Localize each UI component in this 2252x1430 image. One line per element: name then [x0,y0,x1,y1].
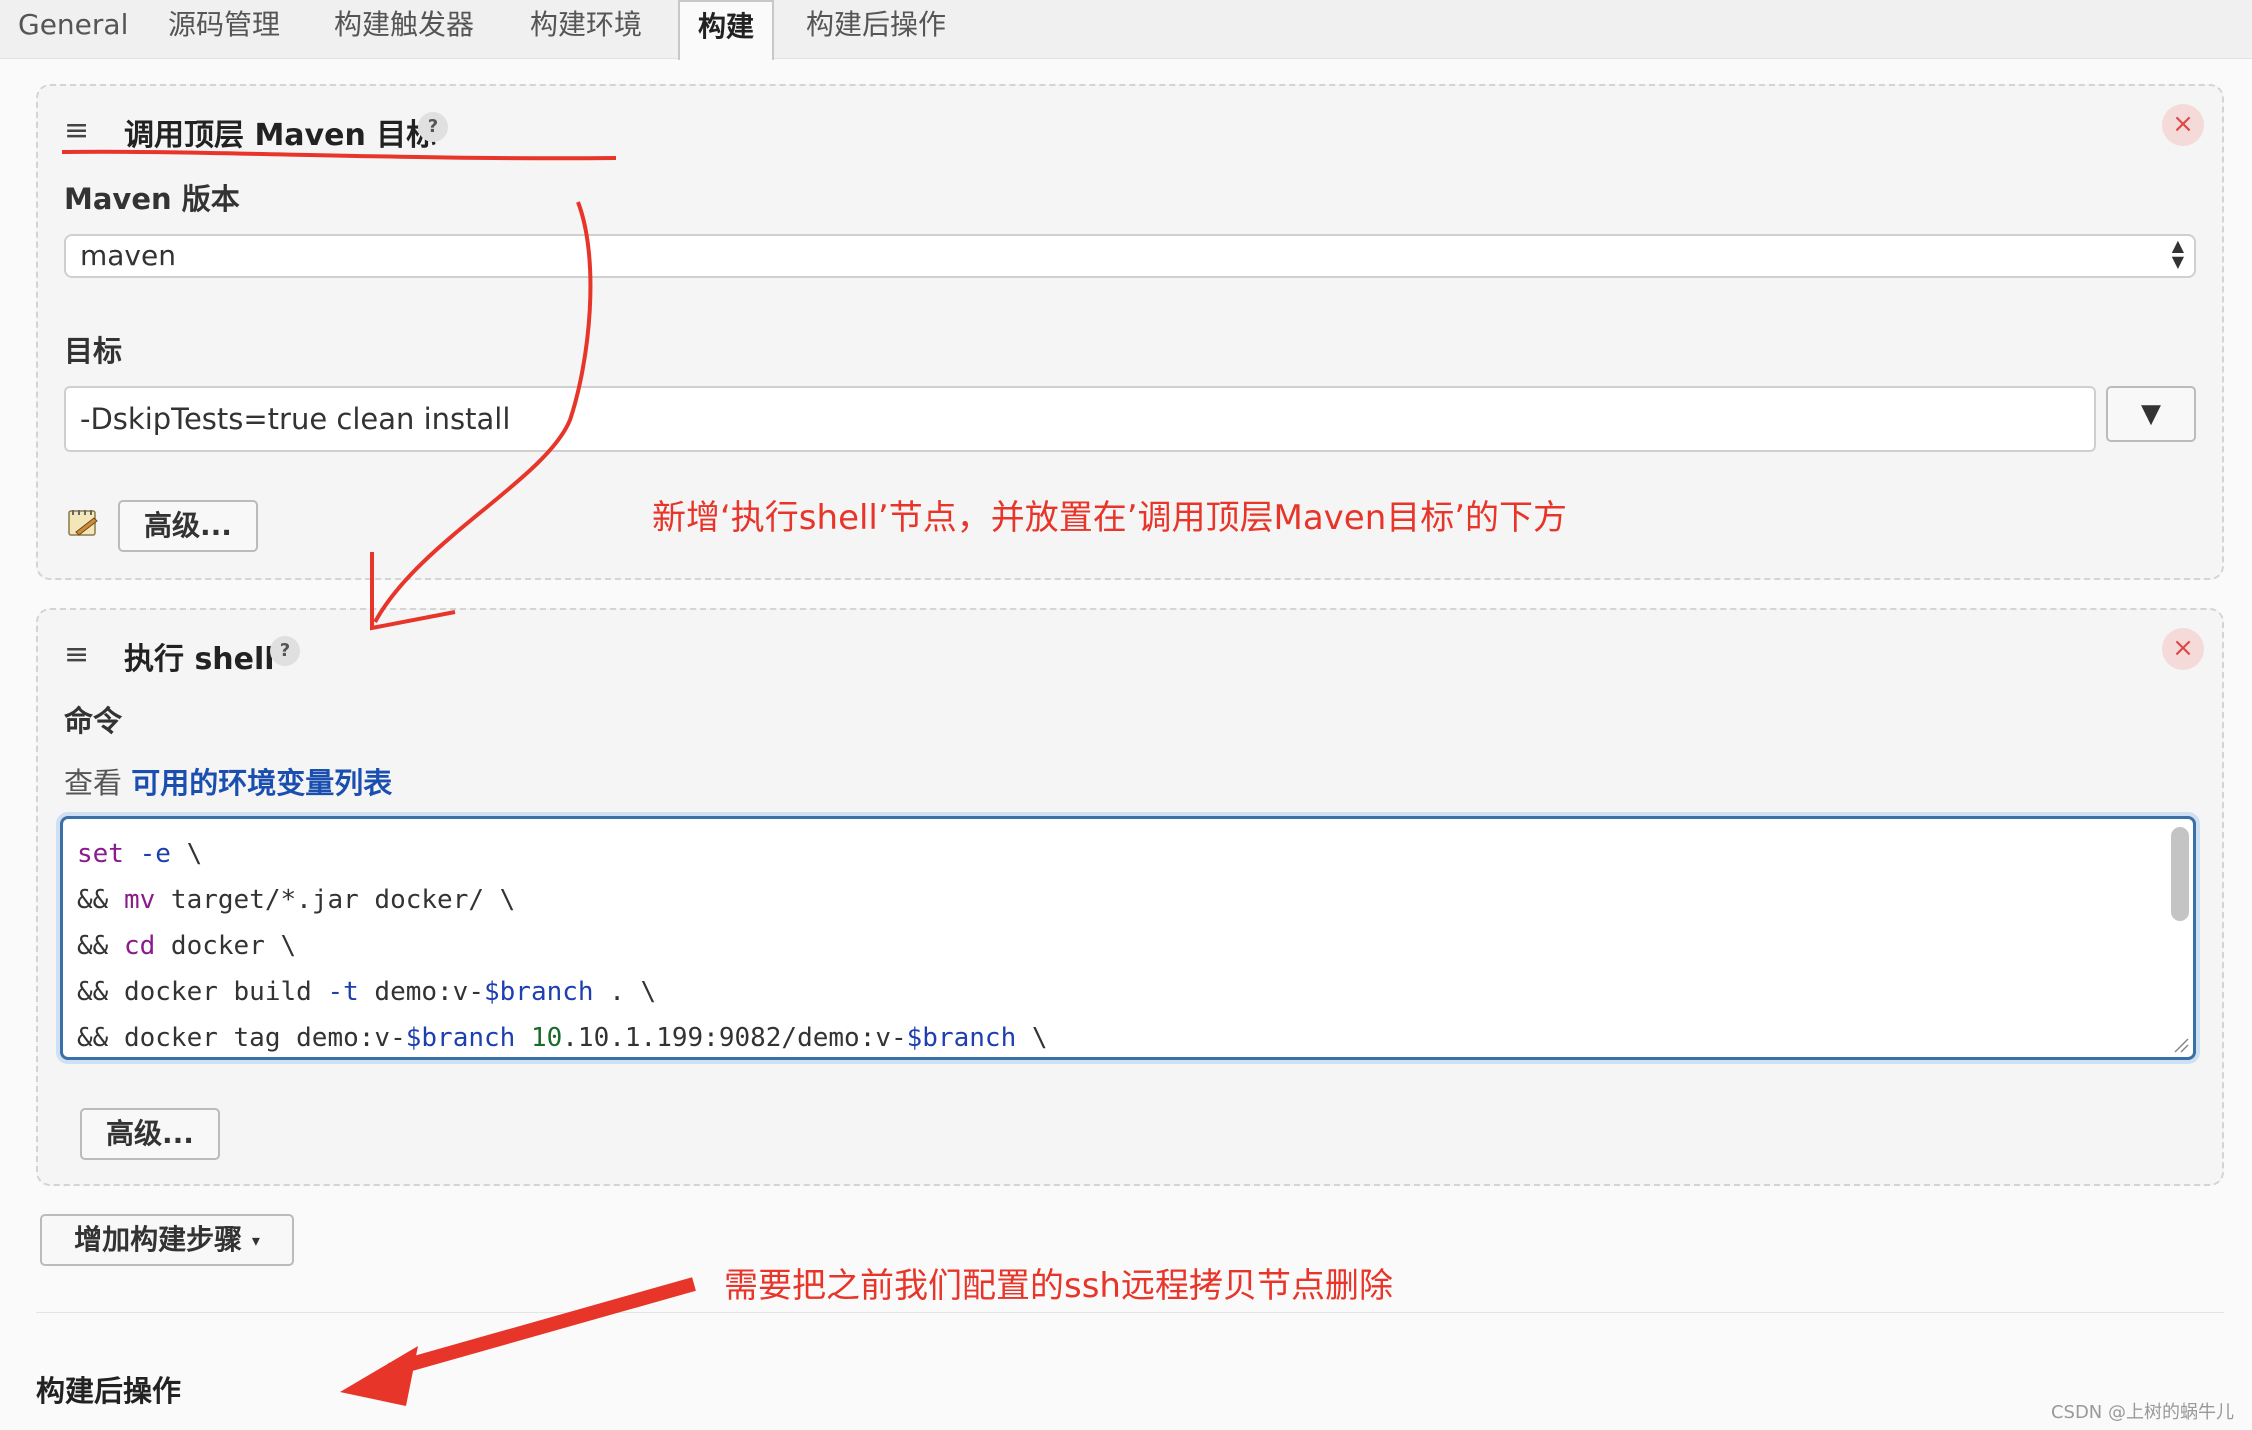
editor-scrollbar[interactable] [2171,827,2189,921]
maven-version-value: maven [80,239,176,272]
env-vars-link[interactable]: 可用的环境变量列表 [131,766,392,800]
notepad-icon [68,510,98,536]
maven-version-select[interactable]: maven ▲ ▼ [64,234,2196,278]
annotation-add-shell: 新增‘执行shell’节点，并放置在’调用顶层Maven目标’的下方 [652,498,1568,538]
dropdown-caret-icon: ▾ [251,1231,260,1250]
code-line-2: && mv target/*.jar docker/ \ [77,885,516,915]
drag-handle-icon[interactable]: ≡ [64,116,89,146]
code-line-5: && docker tag demo:v-$branch 10.10.1.199… [77,1023,1048,1053]
annotation-delete-ssh: 需要把之前我们配置的ssh远程拷贝节点删除 [724,1266,1393,1306]
shell-advanced-button[interactable]: 高级... [80,1108,220,1160]
help-icon[interactable]: ? [270,636,300,666]
section-divider [36,1312,2224,1313]
env-vars-prefix: 查看 [64,766,123,800]
tab-source-control[interactable]: 源码管理 [150,0,298,58]
maven-version-label: Maven 版本 [64,182,240,216]
tab-general[interactable]: General [0,0,146,58]
tab-build-triggers[interactable]: 构建触发器 [316,0,492,58]
big-arrow-head [340,1346,418,1406]
drag-handle-icon[interactable]: ≡ [64,640,89,670]
tab-post-build[interactable]: 构建后操作 [788,0,964,58]
goals-label: 目标 [64,334,123,368]
delete-step-icon[interactable]: × [2162,628,2204,670]
shell-command-editor[interactable]: set -e \ && mv target/*.jar docker/ \ &&… [60,816,2196,1060]
env-vars-line: 查看 可用的环境变量列表 [64,760,392,802]
watermark: CSDN @上树的蜗牛儿 [2050,1402,2234,1423]
select-arrows-icon: ▲ ▼ [2171,236,2184,271]
goals-input[interactable]: -DskipTests=true clean install [64,386,2096,452]
maven-step-title: 调用顶层 Maven 目标 [124,118,437,153]
resize-handle-icon[interactable] [2173,1037,2189,1053]
big-arrow-line [388,1277,696,1377]
tab-build[interactable]: 构建 [678,0,775,60]
code-line-3: && cd docker \ [77,931,297,961]
help-icon[interactable]: ? [418,112,448,142]
post-build-heading: 构建后操作 [36,1374,182,1408]
tab-build-environment[interactable]: 构建环境 [512,0,660,58]
delete-step-icon[interactable]: × [2162,104,2204,146]
add-build-step-button[interactable]: 增加构建步骤 ▾ [40,1214,294,1266]
shell-step-title: 执行 shell [124,642,275,677]
config-tab-bar: General 源码管理 构建触发器 构建环境 构建 构建后操作 [0,0,2252,60]
goals-expand-button[interactable]: ▼ [2106,386,2196,442]
add-build-step-label: 增加构建步骤 [74,1223,243,1256]
code-line-4: && docker build -t demo:v-$branch . \ [77,977,657,1007]
code-line-1: set -e \ [77,839,203,869]
maven-advanced-button[interactable]: 高级... [118,500,258,552]
command-label: 命令 [64,704,123,738]
